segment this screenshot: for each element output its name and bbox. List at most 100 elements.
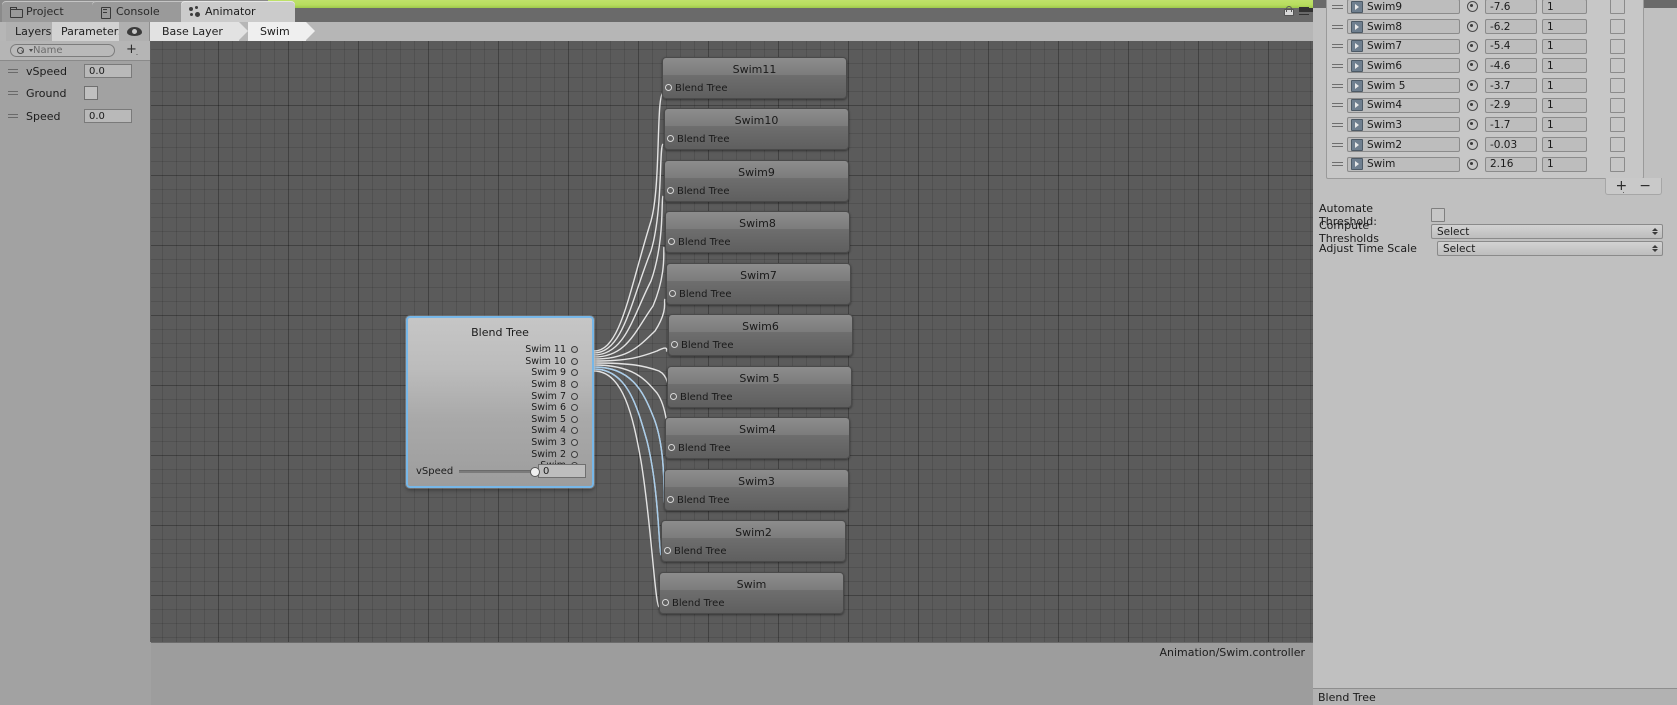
object-picker-icon[interactable] bbox=[1466, 138, 1479, 151]
vspeed-slider[interactable] bbox=[459, 465, 540, 477]
time-scale-field[interactable]: 1 bbox=[1542, 0, 1587, 15]
slider-knob[interactable] bbox=[529, 467, 540, 477]
drag-handle-icon[interactable] bbox=[8, 112, 18, 120]
drag-handle-icon[interactable] bbox=[1332, 82, 1343, 90]
mirror-checkbox[interactable] bbox=[1610, 78, 1625, 94]
drag-handle-icon[interactable] bbox=[1332, 23, 1343, 31]
port-dot-icon[interactable] bbox=[571, 392, 578, 400]
threshold-field[interactable]: -2.9 bbox=[1485, 97, 1537, 113]
object-picker-icon[interactable] bbox=[1466, 118, 1479, 131]
state-input-port[interactable] bbox=[664, 547, 671, 554]
mirror-checkbox[interactable] bbox=[1610, 19, 1625, 35]
motion-field[interactable]: Swim bbox=[1347, 156, 1460, 172]
threshold-field[interactable]: -6.2 bbox=[1485, 19, 1537, 35]
threshold-field[interactable]: -3.7 bbox=[1485, 78, 1537, 94]
object-picker-icon[interactable] bbox=[1466, 40, 1479, 53]
time-scale-field[interactable]: 1 bbox=[1542, 117, 1587, 133]
motion-field[interactable]: Swim9 bbox=[1347, 0, 1460, 15]
threshold-field[interactable]: -0.03 bbox=[1485, 137, 1537, 153]
state-node-swim2[interactable]: Swim2 Blend Tree bbox=[661, 520, 846, 562]
port-dot-icon[interactable] bbox=[571, 346, 578, 354]
slider-value-field[interactable]: 0 bbox=[538, 464, 586, 478]
object-picker-icon[interactable] bbox=[1466, 158, 1479, 171]
mirror-checkbox[interactable] bbox=[1610, 58, 1625, 74]
state-input-port[interactable] bbox=[667, 187, 674, 194]
drag-handle-icon[interactable] bbox=[8, 89, 18, 97]
port-dot-icon[interactable] bbox=[571, 450, 578, 458]
table-row[interactable]: Swim2 -0.03 1 bbox=[1332, 135, 1638, 155]
breadcrumb-item-swim[interactable]: Swim bbox=[247, 22, 315, 41]
state-node-swim6[interactable]: Swim6 Blend Tree bbox=[668, 314, 853, 356]
table-row[interactable]: Swim9 -7.6 1 bbox=[1332, 0, 1638, 17]
state-input-port[interactable] bbox=[662, 599, 669, 606]
tab-console[interactable]: Console bbox=[92, 1, 192, 22]
drag-handle-icon[interactable] bbox=[1332, 62, 1343, 70]
state-input-port[interactable] bbox=[667, 135, 674, 142]
port-dot-icon[interactable] bbox=[571, 369, 578, 377]
drag-handle-icon[interactable] bbox=[1332, 141, 1343, 149]
parameter-row-ground[interactable]: Ground bbox=[0, 82, 150, 104]
object-picker-icon[interactable] bbox=[1466, 79, 1479, 92]
threshold-field[interactable]: -4.6 bbox=[1485, 58, 1537, 74]
state-input-port[interactable] bbox=[668, 238, 675, 245]
remove-motion-button[interactable]: − bbox=[1639, 179, 1651, 193]
state-node-swim7[interactable]: Swim7 Blend Tree bbox=[666, 263, 851, 305]
threshold-field[interactable]: 2.16 bbox=[1485, 156, 1537, 172]
object-picker-icon[interactable] bbox=[1466, 99, 1479, 112]
automate-threshold-checkbox[interactable] bbox=[1431, 207, 1445, 222]
object-picker-icon[interactable] bbox=[1466, 59, 1479, 72]
time-scale-field[interactable]: 1 bbox=[1542, 97, 1587, 113]
time-scale-field[interactable]: 1 bbox=[1542, 137, 1587, 153]
time-scale-field[interactable]: 1 bbox=[1542, 78, 1587, 94]
drag-handle-icon[interactable] bbox=[1332, 42, 1343, 50]
state-node-swim[interactable]: Swim Blend Tree bbox=[659, 572, 844, 614]
threshold-field[interactable]: -5.4 bbox=[1485, 38, 1537, 54]
mirror-checkbox[interactable] bbox=[1610, 0, 1625, 15]
tab-animator[interactable]: Animator bbox=[181, 1, 295, 22]
drag-handle-icon[interactable] bbox=[1332, 121, 1343, 129]
blend-tree-port[interactable]: Swim 10 bbox=[525, 356, 578, 368]
blend-tree-port[interactable]: Swim 5 bbox=[525, 414, 578, 426]
blend-tree-port[interactable]: Swim 7 bbox=[525, 390, 578, 402]
parameter-row-vspeed[interactable]: vSpeed 0.0 bbox=[0, 60, 150, 82]
blend-tree-port[interactable]: Swim 8 bbox=[525, 379, 578, 391]
table-row[interactable]: Swim 5 -3.7 1 bbox=[1332, 76, 1638, 96]
mirror-checkbox[interactable] bbox=[1610, 156, 1625, 172]
motion-field[interactable]: Swim2 bbox=[1347, 137, 1460, 153]
time-scale-field[interactable]: 1 bbox=[1542, 38, 1587, 54]
table-row[interactable]: Swim6 -4.6 1 bbox=[1332, 56, 1638, 76]
adjust-time-scale-dropdown[interactable]: Select bbox=[1437, 241, 1663, 256]
port-dot-icon[interactable] bbox=[571, 427, 578, 435]
port-dot-icon[interactable] bbox=[571, 439, 578, 447]
tab-project[interactable]: Project bbox=[2, 1, 98, 22]
mirror-checkbox[interactable] bbox=[1610, 137, 1625, 153]
state-node-swim9[interactable]: Swim9 Blend Tree bbox=[664, 160, 849, 202]
drag-handle-icon[interactable] bbox=[8, 67, 18, 75]
port-dot-icon[interactable] bbox=[571, 404, 578, 412]
blend-tree-port[interactable]: Swim 3 bbox=[525, 437, 578, 449]
search-input[interactable]: Name bbox=[10, 44, 115, 57]
motion-field[interactable]: Swim8 bbox=[1347, 19, 1460, 35]
drag-handle-icon[interactable] bbox=[1332, 101, 1343, 109]
breadcrumb-item-base-layer[interactable]: Base Layer bbox=[150, 22, 248, 41]
table-row[interactable]: Swim8 -6.2 1 bbox=[1332, 17, 1638, 37]
object-picker-icon[interactable] bbox=[1466, 20, 1479, 33]
state-node-swim4[interactable]: Swim4 Blend Tree bbox=[665, 417, 850, 459]
parameter-value-field[interactable]: 0.0 bbox=[84, 109, 132, 123]
table-row[interactable]: Swim7 -5.4 1 bbox=[1332, 36, 1638, 56]
blend-tree-port[interactable]: Swim 6 bbox=[525, 402, 578, 414]
state-node-swim8[interactable]: Swim8 Blend Tree bbox=[665, 211, 850, 253]
mirror-checkbox[interactable] bbox=[1610, 38, 1625, 54]
state-input-port[interactable] bbox=[670, 393, 677, 400]
blend-tree-port[interactable]: Swim 2 bbox=[525, 448, 578, 460]
add-parameter-button[interactable]: +. bbox=[126, 43, 139, 57]
blend-tree-port[interactable]: Swim 11 bbox=[525, 344, 578, 356]
object-picker-icon[interactable] bbox=[1466, 0, 1479, 13]
motion-field[interactable]: Swim4 bbox=[1347, 97, 1460, 113]
add-motion-button[interactable]: +. bbox=[1616, 179, 1628, 195]
motion-field[interactable]: Swim6 bbox=[1347, 58, 1460, 74]
state-input-port[interactable] bbox=[665, 84, 672, 91]
port-dot-icon[interactable] bbox=[571, 415, 578, 423]
state-input-port[interactable] bbox=[668, 444, 675, 451]
time-scale-field[interactable]: 1 bbox=[1542, 19, 1587, 35]
